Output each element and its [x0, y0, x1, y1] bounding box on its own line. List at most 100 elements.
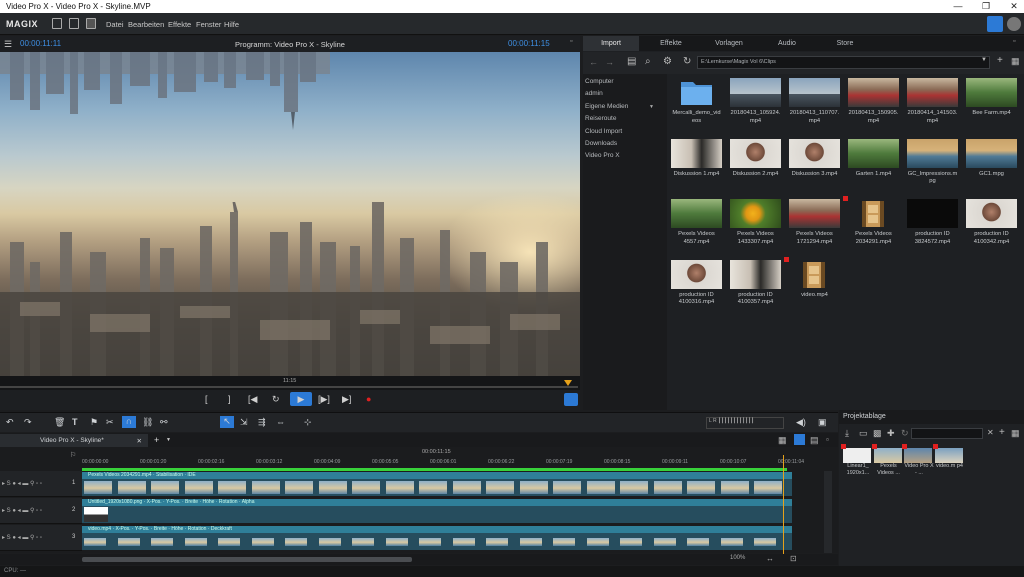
media-tile[interactable]: Pexels Videos 2034291.mp4: [843, 196, 901, 251]
media-tile[interactable]: Diskussion 3.mp4: [787, 138, 842, 191]
tab-vorlagen[interactable]: Vorlagen: [701, 36, 757, 51]
pool-expand-icon[interactable]: ▫: [1013, 38, 1015, 45]
folder-view-icon[interactable]: ▤: [627, 56, 636, 67]
track-lane[interactable]: Untitled_1920x1080.png · X-Pos. · Y-Pos.…: [82, 499, 792, 523]
title-icon[interactable]: T: [72, 417, 78, 427]
timeline-scrollbar[interactable]: 100% ↔ ⊡: [0, 554, 838, 565]
bin-search-input[interactable]: [911, 428, 983, 439]
clip-body[interactable]: [82, 479, 792, 496]
timeline-ruler[interactable]: 00:00:11:15 00:00:00:00 00:00:01:20 00:00:…: [0, 447, 838, 471]
media-tile[interactable]: 20180413_150905. mp4: [846, 78, 901, 130]
media-tile[interactable]: production ID 4100357.mp4: [728, 259, 783, 312]
volume-icon[interactable]: ◀): [796, 417, 806, 428]
tabs-dropdown-icon[interactable]: ▼: [166, 437, 171, 443]
scroll-thumb[interactable]: [82, 557, 412, 562]
media-tile[interactable]: 20180413_110707. mp4: [787, 78, 842, 130]
folder-icon[interactable]: ▭: [859, 428, 868, 439]
clear-search-icon[interactable]: ✕: [987, 428, 994, 437]
media-tile[interactable]: 20180413_105924. mp4: [728, 78, 783, 130]
media-tile[interactable]: Pexels Videos 4557.mp4: [669, 199, 724, 251]
tree-item[interactable]: Reiseroute: [585, 115, 616, 122]
media-tile[interactable]: Pexels Videos 1433307.mp4: [728, 199, 783, 251]
expand-icon[interactable]: ▫: [570, 38, 572, 45]
path-field[interactable]: E:\Lernkurse\Magix Vol 6\Clips: [697, 56, 990, 69]
tab-import[interactable]: Import: [583, 36, 639, 51]
import-icon[interactable]: ⤓: [845, 428, 849, 439]
record-button[interactable]: ●: [366, 394, 371, 404]
track-lane[interactable]: Pexels Videos 2034291.mp4 · Stabilisatio…: [82, 472, 792, 496]
unlink-icon[interactable]: ⚯: [160, 417, 168, 428]
track-lane[interactable]: video.mp4 · X-Pos. · Y-Pos. · Breite · H…: [82, 526, 792, 550]
timeline-expand-icon[interactable]: ▫: [826, 435, 829, 444]
scrub-tool-icon[interactable]: ⊹: [304, 417, 312, 428]
media-tile[interactable]: Bee Farm.mp4: [964, 78, 1019, 130]
media-tile[interactable]: Diskussion 1.mp4: [669, 138, 724, 191]
menu-hilfe[interactable]: Hilfe: [224, 20, 239, 29]
track-controls[interactable]: ▸ S ● ◂ ▬ ⚲ ▫ ▫: [2, 534, 42, 541]
clip-body[interactable]: [82, 533, 792, 550]
tab-audio[interactable]: Audio: [759, 36, 815, 51]
track-controls[interactable]: ▸ S ● ◂ ▬ ⚲ ▫ ▫: [2, 480, 42, 487]
redo-icon[interactable]: ↷: [24, 417, 32, 428]
menu-fenster[interactable]: Fenster: [196, 20, 221, 29]
search-icon[interactable]: ⌕: [645, 56, 651, 67]
save-icon[interactable]: [86, 18, 96, 29]
zoom-icon[interactable]: ⊡: [790, 554, 797, 563]
add-icon[interactable]: +: [997, 55, 1003, 66]
bin-item[interactable]: Linear1_ 1920x1...: [841, 444, 873, 477]
export-icon[interactable]: [564, 393, 578, 406]
bin-item[interactable]: Pexels Videos ...: [871, 444, 904, 477]
multi-select-icon[interactable]: ⇲: [240, 417, 248, 428]
tree-item[interactable]: Cloud Import: [585, 128, 622, 135]
tree-item[interactable]: admin: [585, 90, 603, 97]
track-controls[interactable]: ▸ S ● ◂ ▬ ⚲ ▫ ▫: [2, 507, 42, 514]
minimize-button[interactable]: —: [944, 0, 972, 13]
grid-view-icon[interactable]: ▦: [1011, 56, 1020, 67]
chevron-down-icon[interactable]: ▼: [981, 57, 987, 63]
media-tile[interactable]: Diskussion 2.mp4: [728, 138, 783, 191]
preview-scrubber[interactable]: 11:15: [0, 376, 580, 390]
close-button[interactable]: ✕: [1000, 0, 1024, 13]
media-tile[interactable]: 20180414_141503. mp4: [905, 78, 960, 130]
refresh-bin-icon[interactable]: ↻: [901, 428, 909, 439]
mark-out-button[interactable]: ]: [228, 394, 231, 404]
bin-add-icon[interactable]: +: [999, 427, 1005, 438]
media-tile[interactable]: Garten 1.mp4: [846, 138, 901, 191]
tree-item[interactable]: Downloads: [585, 140, 617, 147]
trim-icon[interactable]: ⇔: [276, 417, 285, 427]
track-vscroll[interactable]: [824, 471, 832, 553]
tab-skyline[interactable]: Video Pro X - Skyline* ✕: [0, 434, 148, 447]
delete-icon[interactable]: 🗑: [54, 417, 65, 428]
media-tile[interactable]: GC1.mpg: [964, 138, 1019, 191]
playhead[interactable]: [783, 455, 784, 555]
forward-icon[interactable]: →: [605, 57, 614, 67]
loop-button[interactable]: ↻: [272, 394, 280, 405]
close-tab-icon[interactable]: ✕: [137, 437, 142, 445]
media-tile[interactable]: GC_Impressions.m pg: [905, 138, 960, 191]
timeline-mode-icon[interactable]: [794, 434, 805, 445]
media-tile[interactable]: production ID 4100316.mp4: [669, 259, 724, 312]
scrub-handle[interactable]: [564, 380, 572, 386]
tree-item[interactable]: Video Pro X: [585, 152, 620, 159]
zoom-fit-icon[interactable]: ↔: [766, 554, 774, 563]
chevron-down-icon[interactable]: ▼: [649, 104, 654, 110]
scene-mode-icon[interactable]: ▤: [810, 435, 819, 446]
storyboard-icon[interactable]: ▦: [778, 435, 787, 446]
undo-icon[interactable]: ↶: [6, 417, 14, 428]
menu-datei[interactable]: Datei: [106, 20, 124, 29]
link-icon[interactable]: ⛓: [142, 417, 153, 428]
media-tile[interactable]: production ID 4100342.mp4: [964, 199, 1019, 251]
tab-effekte[interactable]: Effekte: [643, 36, 699, 51]
media-tile[interactable]: production ID 3824572.mp4: [905, 199, 960, 251]
tab-store[interactable]: Store: [817, 36, 873, 51]
bin-item[interactable]: video.m p4: [932, 444, 965, 470]
clip-body[interactable]: [82, 506, 792, 523]
marker-icon[interactable]: ⚑: [90, 417, 98, 428]
back-icon[interactable]: ←: [589, 57, 598, 67]
menu-bearbeiten[interactable]: Bearbeiten: [128, 20, 164, 29]
play-button[interactable]: ▶: [290, 392, 312, 406]
add-media-icon[interactable]: ✚: [887, 428, 895, 439]
media-tile[interactable]: Pexels Videos 1721294.mp4: [787, 199, 842, 251]
magnet-icon[interactable]: ∩: [122, 416, 136, 428]
media-tile[interactable]: video.mp4: [784, 256, 842, 312]
